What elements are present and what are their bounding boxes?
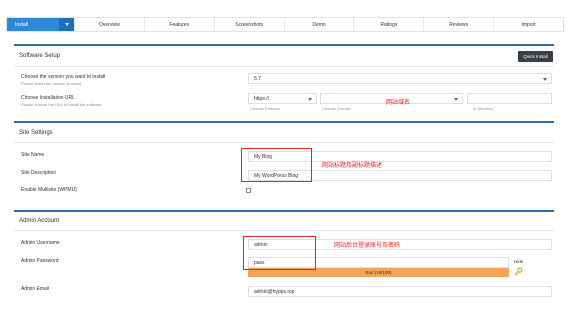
hide-password-link[interactable]: Hide (514, 259, 523, 264)
version-label: Choose the version you want to install (21, 74, 106, 80)
site-name-label: Site Name (21, 152, 45, 158)
quick-install-button[interactable]: Quick Install (518, 51, 553, 62)
admin-email-value: admin@hypps.top (254, 288, 295, 295)
section-title-site-settings: Site Settings (19, 130, 53, 136)
protocol-hint: Choose Protocol (250, 106, 280, 111)
tab-overview-label: Overview (99, 21, 120, 28)
annotation-box-admin (243, 236, 316, 270)
section-title-software-setup: Software Setup (19, 53, 61, 59)
tab-import[interactable]: Import (494, 18, 563, 31)
section-divider (14, 66, 554, 67)
section-divider (14, 142, 554, 143)
section-divider (14, 230, 554, 231)
chevron-down-icon (308, 98, 312, 101)
tab-features[interactable]: Features (145, 18, 215, 31)
chevron-down-icon (543, 78, 547, 81)
admin-username-label: Admin Username (21, 240, 60, 246)
tab-install[interactable]: Install (7, 18, 59, 31)
tab-overview[interactable]: Overview (75, 18, 145, 31)
tab-ratings[interactable]: Ratings (354, 18, 425, 31)
protocol-select[interactable]: https:// (248, 93, 317, 104)
install-dropdown-button[interactable] (59, 18, 75, 31)
section-bar-admin-account (14, 210, 554, 212)
domain-hint: Choose Domain (322, 106, 351, 111)
tab-reviews-label: Reviews (449, 21, 469, 28)
site-description-label: Site Description (21, 170, 57, 176)
directory-input[interactable] (467, 93, 552, 104)
key-icon[interactable] (514, 267, 523, 276)
section-bar-site-settings (14, 121, 554, 123)
tab-ratings-label: Ratings (380, 21, 398, 28)
multisite-label: Enable Multisite (WPMU) (21, 187, 77, 193)
protocol-select-value: https:// (254, 95, 270, 102)
tab-import-label: Import (521, 21, 536, 28)
tab-screenshots[interactable]: Screenshots (215, 18, 285, 31)
annotation-domain: 网站域名 (386, 100, 411, 106)
tab-demo-label: Demo (312, 21, 326, 28)
admin-email-label: Admin Email (21, 286, 50, 292)
url-sublabel: Please choose the URL to install the sof… (21, 102, 102, 107)
tab-demo[interactable]: Demo (285, 18, 355, 31)
tab-install-label: Install (15, 21, 29, 28)
version-sublabel: Please select the version to install (21, 81, 82, 86)
admin-email-input[interactable]: admin@hypps.top (248, 286, 552, 297)
section-bar-software-setup (14, 44, 554, 46)
tab-screenshots-label: Screenshots (235, 21, 264, 28)
version-select[interactable]: 5.7 (248, 73, 552, 84)
admin-password-label: Admin Password (21, 258, 59, 264)
tab-bar: Install Overview Features Screenshots De… (6, 17, 564, 32)
directory-hint: In Directory (473, 106, 494, 111)
annotation-site-title: 网站标题及副标题描述 (322, 163, 383, 169)
tab-reviews[interactable]: Reviews (424, 18, 495, 31)
chevron-down-icon (64, 23, 69, 26)
annotation-box-site (241, 148, 312, 182)
annotation-admin: 网站后台登录账号及密码 (334, 243, 401, 249)
chevron-down-icon (454, 98, 458, 101)
tab-features-label: Features (169, 21, 190, 28)
section-title-admin-account: Admin Account (19, 218, 60, 224)
url-label: Choose Installation URL (21, 95, 75, 101)
version-select-value: 5.7 (254, 75, 261, 82)
multisite-checkbox[interactable] (246, 188, 251, 193)
